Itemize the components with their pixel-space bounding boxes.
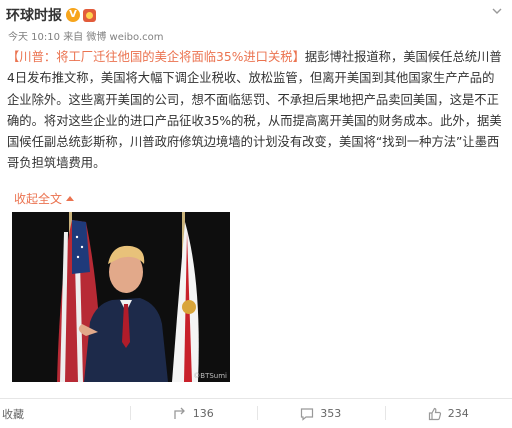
- medal-icon: [83, 9, 96, 22]
- favorite-label: 收藏: [2, 406, 24, 422]
- like-count: 234: [448, 407, 469, 420]
- author-name[interactable]: 环球时报: [6, 5, 62, 25]
- favorite-button[interactable]: 收藏: [0, 399, 130, 428]
- repost-count: 136: [193, 407, 214, 420]
- post-title: 【川普：将工厂迁往他国的美企将面临35%进口关税】: [7, 50, 305, 64]
- photo-illustration: [12, 212, 230, 382]
- post-source[interactable]: 微博 weibo.com: [86, 32, 163, 43]
- post-image[interactable]: ©BTSumi: [12, 212, 230, 382]
- thumbs-up-icon: [428, 407, 442, 421]
- comment-count: 353: [320, 407, 341, 420]
- chevron-up-icon: [66, 196, 74, 201]
- image-watermark: ©BTSumi: [193, 372, 227, 380]
- post-time[interactable]: 今天 10:10: [8, 32, 60, 43]
- chevron-down-icon[interactable]: [490, 4, 504, 18]
- verified-icon: V: [66, 8, 80, 22]
- like-button[interactable]: 234: [385, 399, 512, 428]
- post-meta: 今天 10:10 来自 微博 weibo.com: [8, 28, 164, 43]
- repost-icon: [173, 407, 187, 421]
- comment-icon: [300, 407, 314, 421]
- post-header: 环球时报 V: [6, 4, 96, 26]
- action-bar: 收藏 136 353 234: [0, 398, 512, 428]
- post-content: 【川普：将工厂迁往他国的美企将面临35%进口关税】据彭博社报道称，美国候任总统川…: [7, 47, 505, 175]
- collapse-label: 收起全文: [14, 190, 62, 207]
- source-prefix: 来自: [63, 32, 83, 43]
- repost-button[interactable]: 136: [130, 399, 258, 428]
- post-body: 据彭博社报道称，美国候任总统川普4日发布推文称，美国将大幅下调企业税收、放松监管…: [7, 50, 502, 170]
- comment-button[interactable]: 353: [257, 399, 385, 428]
- collapse-button[interactable]: 收起全文: [14, 190, 74, 207]
